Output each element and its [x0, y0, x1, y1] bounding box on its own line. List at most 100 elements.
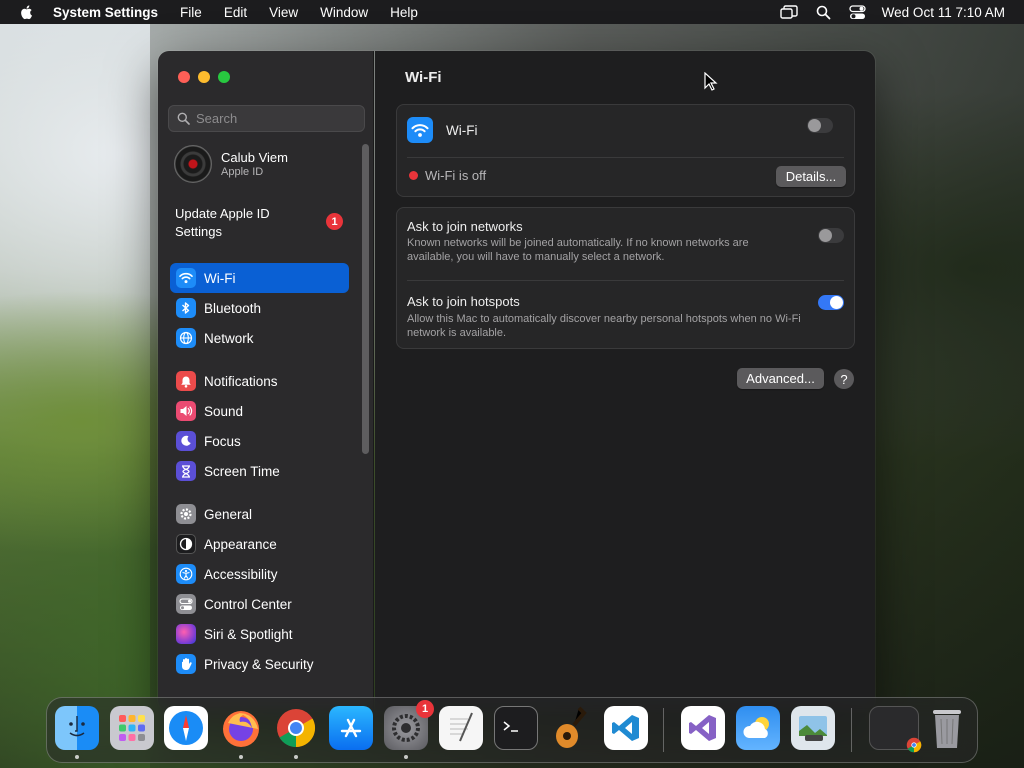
bluetooth-icon [176, 298, 196, 318]
menu-edit[interactable]: Edit [224, 5, 247, 20]
sidebar-item-label: Focus [204, 433, 241, 449]
apple-id-account[interactable]: Calub Viem Apple ID [174, 145, 288, 183]
spotlight-search-icon[interactable] [816, 5, 831, 20]
sidebar-item-general[interactable]: General [170, 499, 349, 529]
sidebar-search [168, 105, 365, 132]
sidebar-item-label: General [204, 506, 253, 522]
mouse-cursor-icon [704, 72, 718, 91]
sidebar-item-appearance[interactable]: Appearance [170, 529, 349, 559]
ask-hotspots-title: Ask to join hotspots [407, 294, 520, 309]
menu-app-name[interactable]: System Settings [53, 5, 158, 20]
bell-icon [176, 371, 196, 391]
menu-bar: System Settings File Edit View Window He… [0, 0, 1024, 24]
menu-help[interactable]: Help [390, 5, 418, 20]
zoom-window-button[interactable] [218, 71, 230, 83]
menu-bar-clock[interactable]: Wed Oct 11 7:10 AM [882, 5, 1005, 20]
system-settings-window: Calub Viem Apple ID Update Apple ID Sett… [158, 51, 875, 711]
window-controls [178, 71, 238, 83]
sidebar-item-wifi[interactable]: Wi-Fi [170, 263, 349, 293]
garageband-icon[interactable] [549, 706, 593, 750]
minimize-window-button[interactable] [198, 71, 210, 83]
screen-mirroring-icon[interactable] [779, 5, 798, 19]
wifi-icon [176, 268, 196, 288]
details-button[interactable]: Details... [776, 166, 846, 187]
sidebar-item-label: Siri & Spotlight [204, 626, 293, 642]
menu-view[interactable]: View [269, 5, 298, 20]
speaker-icon [176, 401, 196, 421]
wifi-card: Wi-Fi Wi-Fi is off Details... [396, 104, 855, 197]
avatar [174, 145, 212, 183]
hand-icon [176, 654, 196, 674]
launchpad-icon[interactable] [110, 706, 154, 750]
ask-networks-title: Ask to join networks [407, 219, 523, 234]
update-apple-id-settings[interactable]: Update Apple ID Settings [175, 206, 345, 239]
menu-file[interactable]: File [180, 5, 202, 20]
wifi-icon [407, 117, 433, 143]
sidebar-item-label: Notifications [204, 373, 278, 389]
sidebar-item-bluetooth[interactable]: Bluetooth [170, 293, 349, 323]
ask-networks-toggle[interactable] [818, 228, 844, 243]
terminal-icon[interactable] [494, 706, 538, 750]
system-settings-badge: 1 [416, 700, 434, 718]
apple-logo-icon[interactable] [19, 4, 35, 20]
sidebar-scrollbar[interactable] [362, 144, 369, 454]
sidebar-item-siri-spotlight[interactable]: Siri & Spotlight [170, 619, 349, 649]
siri-icon [176, 624, 196, 644]
sidebar-item-screen-time[interactable]: Screen Time [170, 456, 349, 486]
page-title: Wi-Fi [405, 69, 442, 86]
sidebar-item-privacy-security[interactable]: Privacy & Security [170, 649, 349, 679]
search-icon [177, 112, 190, 125]
gear-icon [176, 504, 196, 524]
appearance-icon [176, 534, 196, 554]
firefox-icon[interactable] [219, 706, 263, 759]
help-button[interactable]: ? [834, 369, 854, 389]
safari-icon[interactable] [164, 706, 208, 750]
sidebar-item-label: Bluetooth [204, 300, 262, 316]
vscode-icon[interactable] [604, 706, 648, 750]
sidebar-item-label: Screen Time [204, 463, 280, 479]
ask-hotspots-description: Allow this Mac to automatically discover… [407, 313, 801, 339]
visual-studio-icon[interactable] [681, 706, 725, 750]
wifi-status-dot [409, 171, 418, 180]
update-settings-label: Settings [175, 224, 222, 239]
system-settings-icon[interactable]: 1 [384, 700, 434, 759]
sidebar-item-focus[interactable]: Focus [170, 426, 349, 456]
preview-icon[interactable] [791, 706, 835, 750]
accessibility-icon [176, 564, 196, 584]
sidebar-item-notifications[interactable]: Notifications [170, 366, 349, 396]
wifi-toggle[interactable] [807, 118, 833, 133]
hourglass-icon [176, 461, 196, 481]
join-settings-card: Ask to join networks Known networks will… [396, 207, 855, 349]
wifi-status-text: Wi-Fi is off [425, 168, 487, 183]
close-window-button[interactable] [178, 71, 190, 83]
search-input[interactable] [196, 111, 356, 126]
sidebar-item-accessibility[interactable]: Accessibility [170, 559, 349, 589]
wifi-label: Wi-Fi [446, 123, 478, 138]
sidebar-group-network: Wi-Fi Bluetooth Network [170, 263, 349, 353]
sidebar-item-label: Wi-Fi [204, 270, 236, 286]
sidebar-item-label: Accessibility [204, 566, 278, 582]
app-store-icon[interactable] [329, 706, 373, 750]
sidebar-item-label: Network [204, 330, 254, 346]
chrome-icon[interactable] [274, 706, 318, 759]
chrome-window-icon[interactable] [869, 706, 922, 753]
textedit-icon[interactable] [439, 706, 483, 750]
sidebar-item-network[interactable]: Network [170, 323, 349, 353]
menu-window[interactable]: Window [320, 5, 368, 20]
sidebar-item-control-center[interactable]: Control Center [170, 589, 349, 619]
moon-icon [176, 431, 196, 451]
ask-hotspots-toggle[interactable] [818, 295, 844, 310]
trash-icon[interactable] [925, 706, 969, 750]
weather-icon[interactable] [736, 706, 780, 750]
update-badge: 1 [326, 213, 343, 230]
wifi-pane: Wi-Fi Wi-Fi Wi-Fi is off Details... Ask … [375, 51, 875, 711]
sidebar-group-general: General Appearance Accessibility Control… [170, 499, 349, 679]
control-center-menu-icon[interactable] [849, 4, 866, 20]
finder-icon[interactable] [55, 706, 99, 759]
dock: 1 [46, 697, 978, 763]
sidebar-item-label: Privacy & Security [204, 656, 314, 672]
sidebar-group-notifications: Notifications Sound Focus Screen Time [170, 366, 349, 486]
advanced-button[interactable]: Advanced... [737, 368, 824, 389]
ask-networks-description: Known networks will be joined automatica… [407, 237, 749, 263]
sidebar-item-sound[interactable]: Sound [170, 396, 349, 426]
